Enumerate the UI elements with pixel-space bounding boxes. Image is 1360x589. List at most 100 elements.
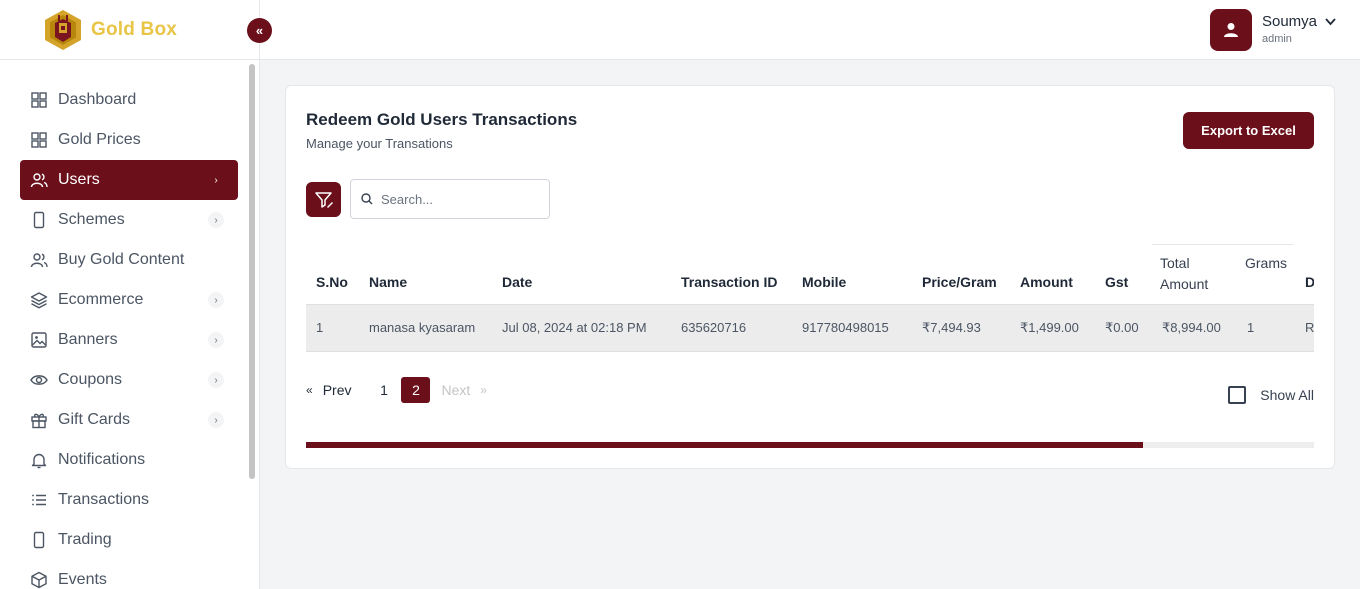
transactions-table: S.No Name Date Transaction ID Mobile Pri… bbox=[306, 244, 1314, 352]
double-chevron-left-icon: « bbox=[255, 23, 264, 38]
pagination-next[interactable]: Next » bbox=[441, 382, 486, 398]
brand-name: Gold Box bbox=[91, 18, 178, 40]
avatar[interactable] bbox=[1209, 9, 1252, 51]
sidebar-item-events[interactable]: Events bbox=[20, 560, 238, 589]
layers-icon bbox=[30, 291, 48, 309]
sidebar-item-dashboard[interactable]: Dashboard bbox=[20, 80, 238, 120]
users-icon bbox=[30, 251, 48, 269]
double-chevron-left-icon: « bbox=[306, 383, 313, 397]
sidebar-item-notifications[interactable]: Notifications bbox=[20, 440, 238, 480]
page-1[interactable]: 1 bbox=[369, 377, 398, 403]
table-row[interactable]: 1 manasa kyasaram Jul 08, 2024 at 02:18 … bbox=[306, 304, 1314, 352]
col-sno[interactable]: S.No bbox=[316, 274, 348, 290]
chevron-right-icon[interactable]: › bbox=[208, 412, 224, 428]
sidebar-item-label: Coupons bbox=[58, 371, 123, 388]
col-date[interactable]: Date bbox=[502, 274, 532, 290]
show-all-toggle[interactable]: Show All bbox=[1228, 386, 1314, 404]
topbar: Soumya admin bbox=[260, 0, 1360, 60]
col-transaction-id[interactable]: Transaction ID bbox=[681, 274, 777, 290]
cell-grams: 1 bbox=[1247, 320, 1255, 335]
sidebar-item-label: Events bbox=[58, 571, 107, 588]
header-divider bbox=[1152, 244, 1294, 245]
sidebar-item-label: Schemes bbox=[58, 211, 125, 228]
sidebar-item-coupons[interactable]: Coupons › bbox=[20, 360, 238, 400]
collapse-sidebar-button[interactable]: « bbox=[247, 18, 272, 43]
sidebar-nav: Dashboard Gold Prices Users › Schemes › Buy Go… bbox=[0, 60, 259, 589]
search-box[interactable] bbox=[350, 179, 550, 219]
gold-box-logo-icon bbox=[45, 9, 81, 50]
cell-price-gram: ₹7,494.93 bbox=[922, 320, 981, 335]
chevron-down-icon bbox=[1325, 17, 1336, 25]
search-icon bbox=[361, 193, 373, 205]
filter-button[interactable] bbox=[306, 182, 341, 217]
cell-sno: 1 bbox=[316, 320, 324, 335]
sidebar-item-label: Gift Cards bbox=[58, 411, 131, 428]
col-price-gram[interactable]: Price/Gram bbox=[922, 274, 997, 290]
transactions-card: Redeem Gold Users Transactions Manage yo… bbox=[285, 85, 1335, 469]
cell-name: manasa kyasaram bbox=[369, 320, 476, 335]
grid-icon bbox=[30, 91, 48, 109]
sidebar-scrollbar[interactable] bbox=[249, 64, 255, 479]
list-icon bbox=[30, 491, 48, 509]
bell-icon bbox=[30, 451, 48, 469]
sidebar-item-label: Dashboard bbox=[58, 91, 137, 108]
scrollbar-thumb[interactable] bbox=[306, 442, 1143, 448]
prev-label: Prev bbox=[322, 382, 352, 398]
double-chevron-right-icon: » bbox=[480, 383, 487, 397]
users-icon bbox=[30, 171, 48, 189]
sidebar-item-label: Transactions bbox=[58, 491, 149, 508]
page-subtitle: Manage your Transations bbox=[306, 136, 453, 151]
page-title: Redeem Gold Users Transactions bbox=[306, 110, 578, 129]
sidebar-item-ecommerce[interactable]: Ecommerce › bbox=[20, 280, 238, 320]
cell-date: Jul 08, 2024 at 02:18 PM bbox=[502, 320, 647, 335]
sidebar-item-label: Trading bbox=[58, 531, 112, 548]
cell-transaction-id: 635620716 bbox=[681, 320, 747, 335]
brand[interactable]: Gold Box bbox=[0, 0, 259, 60]
cell-d: R bbox=[1305, 320, 1314, 335]
show-all-label: Show All bbox=[1260, 387, 1314, 403]
sidebar-item-schemes[interactable]: Schemes › bbox=[20, 200, 238, 240]
user-info: Soumya admin bbox=[1262, 9, 1336, 45]
cell-total-amount: ₹8,994.00 bbox=[1162, 320, 1221, 335]
chevron-right-icon[interactable]: › bbox=[208, 332, 224, 348]
gift-icon bbox=[30, 411, 48, 429]
page-2[interactable]: 2 bbox=[401, 377, 431, 403]
col-name[interactable]: Name bbox=[369, 274, 407, 290]
phone-icon bbox=[30, 211, 48, 229]
col-mobile[interactable]: Mobile bbox=[802, 274, 846, 290]
user-role: admin bbox=[1261, 33, 1292, 45]
col-d[interactable]: D bbox=[1305, 274, 1314, 290]
chevron-right-icon[interactable]: › bbox=[208, 292, 224, 308]
sidebar-item-transactions[interactable]: Transactions bbox=[20, 480, 238, 520]
chevron-right-icon[interactable]: › bbox=[208, 212, 224, 228]
sidebar-item-users[interactable]: Users › bbox=[20, 160, 238, 200]
user-name: Soumya bbox=[1261, 13, 1317, 30]
sidebar-item-trading[interactable]: Trading bbox=[20, 520, 238, 560]
cell-gst: ₹0.00 bbox=[1105, 320, 1139, 335]
filter-edit-icon bbox=[314, 191, 333, 208]
chevron-right-icon[interactable]: › bbox=[208, 372, 224, 388]
export-to-excel-button[interactable]: Export to Excel bbox=[1183, 112, 1314, 149]
search-input[interactable] bbox=[381, 191, 531, 207]
sidebar-item-label: Ecommerce bbox=[58, 291, 144, 308]
cell-amount: ₹1,499.00 bbox=[1020, 320, 1079, 335]
chevron-right-icon[interactable]: › bbox=[208, 172, 224, 188]
col-gst[interactable]: Gst bbox=[1105, 274, 1128, 290]
image-icon bbox=[30, 331, 48, 349]
user-menu[interactable]: Soumya admin bbox=[1209, 9, 1336, 51]
col-total-amount[interactable]: Total Amount bbox=[1160, 253, 1208, 295]
user-name-row[interactable]: Soumya bbox=[1262, 13, 1336, 30]
eye-icon bbox=[30, 371, 48, 389]
sidebar-item-gold-prices[interactable]: Gold Prices bbox=[20, 120, 238, 160]
sidebar-item-label: Notifications bbox=[58, 451, 146, 468]
sidebar-item-gift-cards[interactable]: Gift Cards › bbox=[20, 400, 238, 440]
phone-icon bbox=[30, 531, 48, 549]
sidebar-item-buy-gold-content[interactable]: Buy Gold Content bbox=[20, 240, 238, 280]
col-amount[interactable]: Amount bbox=[1020, 274, 1073, 290]
table-horizontal-scrollbar[interactable] bbox=[306, 442, 1314, 448]
sidebar: Gold Box « Dashboard Gold Prices Users › Sch… bbox=[0, 0, 272, 589]
show-all-checkbox[interactable] bbox=[1228, 386, 1247, 404]
col-grams[interactable]: Grams bbox=[1245, 253, 1287, 274]
pagination-prev[interactable]: « Prev bbox=[306, 382, 351, 398]
sidebar-item-banners[interactable]: Banners › bbox=[20, 320, 238, 360]
